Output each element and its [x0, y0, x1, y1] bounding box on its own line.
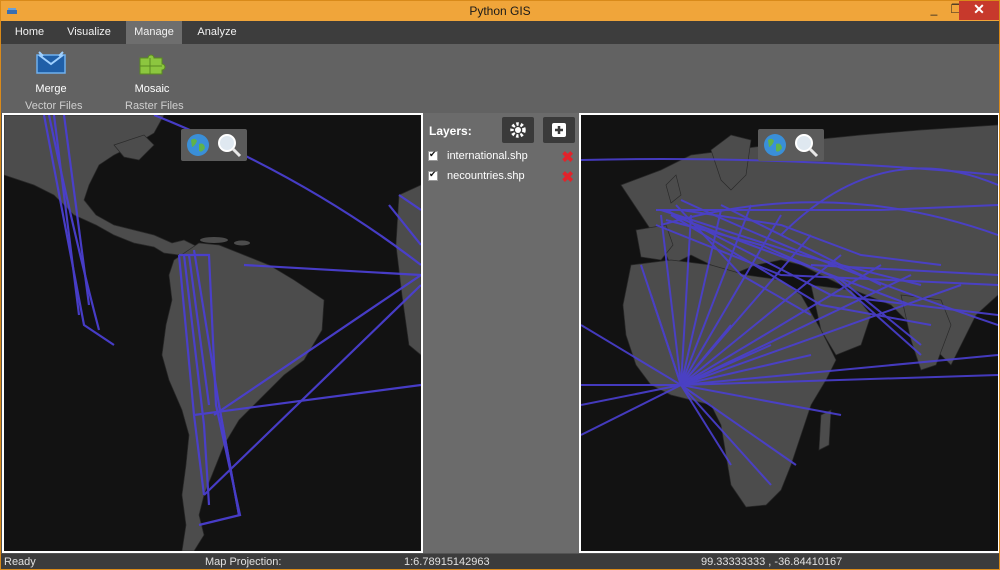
- map-controls-right: [758, 129, 824, 161]
- layer-name[interactable]: necountries.shp: [447, 170, 525, 182]
- map-view-right[interactable]: [579, 113, 999, 553]
- remove-layer-icon[interactable]: ✖: [561, 168, 574, 186]
- merge-label: Merge: [35, 83, 67, 95]
- status-bar: Ready Map Projection: 1:6.78915142963 99…: [1, 554, 999, 569]
- remove-layer-icon[interactable]: ✖: [561, 148, 574, 166]
- merge-button[interactable]: Merge: [21, 50, 81, 95]
- tab-home[interactable]: Home: [7, 21, 52, 44]
- group-label-vector: Vector Files: [25, 100, 83, 112]
- layers-panel: Layers: international.shp ✖ necountries.…: [423, 113, 579, 553]
- map-controls-left: [181, 129, 247, 161]
- status-state: Ready: [4, 556, 36, 568]
- magnifier-icon[interactable]: [793, 132, 819, 158]
- gear-icon: [510, 122, 526, 138]
- add-layer-button[interactable]: [543, 117, 575, 143]
- status-scale: 1:6.78915142963: [404, 556, 490, 568]
- tab-analyze[interactable]: Analyze: [190, 21, 244, 44]
- map-view-left[interactable]: [2, 113, 423, 553]
- globe-icon[interactable]: [185, 132, 211, 158]
- status-coordinates: 99.33333333 , -36.84410167: [701, 556, 843, 568]
- layer-settings-button[interactable]: [502, 117, 534, 143]
- ribbon-tabs: Home Visualize Manage Analyze: [1, 21, 999, 44]
- merge-icon: [36, 51, 66, 74]
- mosaic-button[interactable]: Mosaic: [122, 50, 182, 95]
- magnifier-icon[interactable]: [216, 132, 242, 158]
- layer-name[interactable]: international.shp: [447, 150, 528, 162]
- mosaic-icon: [139, 54, 166, 75]
- layer-visibility-checkbox[interactable]: [428, 169, 438, 181]
- map-canvas-right[interactable]: [581, 115, 998, 551]
- globe-icon[interactable]: [762, 132, 788, 158]
- layer-row: international.shp ✖: [428, 148, 576, 166]
- plus-icon: [552, 123, 566, 137]
- group-label-raster: Raster Files: [125, 100, 184, 112]
- mosaic-label: Mosaic: [134, 83, 170, 95]
- tab-manage[interactable]: Manage: [126, 21, 182, 44]
- layers-title: Layers:: [429, 124, 472, 138]
- title-bar: Python GIS _ ❐ ✕: [1, 1, 999, 21]
- ribbon-panel: Merge Mosaic Vector Files Raster Files: [1, 44, 999, 113]
- close-button[interactable]: ✕: [959, 1, 999, 20]
- tab-visualize[interactable]: Visualize: [60, 21, 118, 44]
- map-canvas-left[interactable]: [4, 115, 421, 551]
- app-window: Python GIS _ ❐ ✕ Home Visualize Manage A…: [0, 0, 1000, 570]
- window-title: Python GIS: [469, 4, 531, 18]
- layer-visibility-checkbox[interactable]: [428, 149, 438, 161]
- layer-row: necountries.shp ✖: [428, 168, 576, 186]
- minimize-button[interactable]: _: [923, 1, 945, 20]
- status-projection-label: Map Projection:: [205, 556, 282, 568]
